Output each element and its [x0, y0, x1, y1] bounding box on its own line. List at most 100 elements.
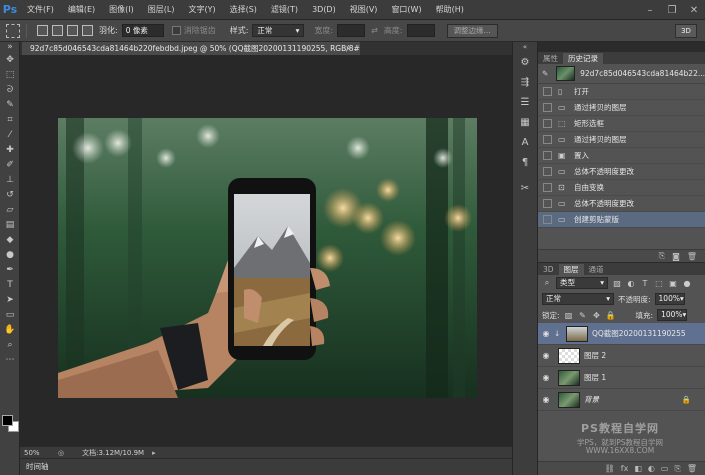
brush-tool-icon[interactable]: ✐ [0, 157, 20, 172]
timeline-tab[interactable]: 时间轴 [20, 458, 512, 475]
add-selection-icon[interactable] [52, 25, 63, 36]
adjust-icon[interactable]: ⚙ [513, 52, 537, 72]
layer-kind-select[interactable]: 类型 ▾ [556, 277, 608, 289]
new-selection-icon[interactable] [37, 25, 48, 36]
refine-edge-button[interactable]: 调整边缘... [446, 23, 498, 38]
foreground-color-swatch[interactable] [2, 415, 13, 426]
marquee-tool-icon[interactable] [6, 23, 20, 38]
shape-tool-icon[interactable]: ▭ [0, 307, 20, 322]
layer-name[interactable]: 图层 1 [584, 372, 606, 383]
menu-filter[interactable]: 滤镜(T) [264, 4, 305, 15]
trash-icon[interactable]: 🗑 [687, 252, 697, 261]
close-icon[interactable]: × [345, 42, 508, 55]
layer-name[interactable]: 图层 2 [584, 350, 606, 361]
workspace-button[interactable]: 3D [675, 24, 697, 38]
layer-row[interactable]: ◉ 背景 🔒 [538, 389, 705, 411]
tools-preset-icon[interactable]: ✂ [513, 178, 537, 198]
blend-mode-select[interactable]: 正常 ▾ [542, 293, 614, 305]
link-icon[interactable]: ⛓ [605, 464, 615, 473]
history-item[interactable]: ▯ 打开 [538, 84, 705, 100]
eyedropper-tool-icon[interactable]: ⁄ [0, 127, 20, 142]
folder-icon[interactable]: ▭ [661, 464, 669, 473]
style-select[interactable]: 正常 ▾ [252, 24, 305, 37]
quick-select-tool-icon[interactable]: ✎ [0, 97, 20, 112]
history-checkbox[interactable] [543, 199, 552, 208]
restore-icon[interactable]: ❐ [661, 0, 683, 20]
zoom-level[interactable]: 50% [24, 449, 54, 457]
eye-icon[interactable]: ◉ [538, 395, 554, 404]
lock-pixels-icon[interactable]: ▨ [564, 311, 574, 320]
eye-icon[interactable]: ◉ [538, 351, 554, 360]
history-item[interactable]: ⊡ 自由变换 [538, 180, 705, 196]
new-layer-icon[interactable]: ⎘ [674, 464, 680, 474]
camera-icon[interactable]: ◙ [672, 252, 680, 261]
lock-position-icon[interactable]: ✥ [592, 311, 602, 320]
layer-row[interactable]: ◉ ↓ QQ截图20200131190255 [538, 323, 705, 345]
width-input[interactable] [337, 24, 366, 37]
lasso-tool-icon[interactable]: ᘐ [0, 82, 20, 97]
status-arrow-icon[interactable]: ▸ [152, 449, 156, 457]
subtract-selection-icon[interactable] [67, 25, 78, 36]
eye-icon[interactable]: ◉ [538, 329, 554, 338]
menu-3d[interactable]: 3D(D) [305, 5, 343, 14]
pixel-filter-icon[interactable]: ▨ [612, 279, 622, 288]
path-select-tool-icon[interactable]: ➤ [0, 292, 20, 307]
close-icon[interactable]: ✕ [683, 0, 705, 20]
eraser-tool-icon[interactable]: ▱ [0, 202, 20, 217]
shape-filter-icon[interactable]: ⬚ [654, 279, 664, 288]
history-item[interactable]: ⬚ 矩形选框 [538, 116, 705, 132]
mask-icon[interactable]: ◧ [634, 464, 642, 473]
history-checkbox[interactable] [543, 167, 552, 176]
tab-layers[interactable]: 图层 [558, 264, 584, 275]
adjustment-icon[interactable]: ◐ [648, 464, 655, 473]
trash-icon[interactable]: 🗑 [687, 464, 697, 473]
document-canvas-image[interactable] [58, 118, 477, 398]
status-menu-icon[interactable]: ◎ [58, 449, 64, 457]
menu-window[interactable]: 窗口(W) [384, 4, 428, 15]
menu-layer[interactable]: 图层(L) [141, 4, 182, 15]
menu-type[interactable]: 文字(Y) [181, 4, 222, 15]
history-checkbox[interactable] [543, 87, 552, 96]
smart-object-filter-icon[interactable]: ▣ [668, 279, 678, 288]
menu-view[interactable]: 视图(V) [343, 4, 385, 15]
document-tab[interactable]: 92d7c85d046543cda81464b220febdbd.jpeg @ … [22, 42, 360, 55]
fx-icon[interactable]: fx [621, 464, 629, 473]
menu-file[interactable]: 文件(F) [20, 4, 61, 15]
history-checkbox[interactable] [543, 215, 552, 224]
menu-help[interactable]: 帮助(H) [429, 4, 471, 15]
collapse-icon[interactable]: « [513, 42, 537, 52]
type-tool-icon[interactable]: T [0, 277, 20, 292]
character-icon[interactable]: A [513, 132, 537, 152]
align-icon[interactable]: ☰ [513, 92, 537, 112]
move-tool-icon[interactable]: ✥ [0, 52, 20, 67]
opacity-input[interactable]: 100% ▾ [654, 293, 685, 305]
antialias-checkbox[interactable] [171, 26, 181, 35]
paragraph-icon[interactable]: ¶ [513, 152, 537, 172]
clone-stamp-tool-icon[interactable]: ⊥ [0, 172, 20, 187]
zoom-tool-icon[interactable]: ⌕ [0, 337, 20, 352]
canvas-area[interactable] [20, 55, 512, 446]
gradient-tool-icon[interactable]: ▤ [0, 217, 20, 232]
paragraph-style-icon[interactable]: ▦ [513, 112, 537, 132]
filter-toggle-icon[interactable]: ● [682, 279, 692, 288]
layer-name[interactable]: 背景 [584, 394, 599, 405]
history-icon[interactable]: ⇶ [513, 72, 537, 92]
history-item[interactable]: ▣ 置入 [538, 148, 705, 164]
menu-image[interactable]: 图像(I) [102, 4, 141, 15]
minimize-icon[interactable]: – [639, 0, 661, 20]
history-item-selected[interactable]: ▭ 创建剪贴蒙版 [538, 212, 705, 228]
fill-input[interactable]: 100% ▾ [657, 309, 688, 321]
new-document-icon[interactable]: ⎘ [659, 251, 665, 261]
layer-row[interactable]: ◉ 图层 2 [538, 345, 705, 367]
swap-icon[interactable]: ⇄ [371, 26, 378, 35]
history-checkbox[interactable] [543, 119, 552, 128]
history-checkbox[interactable] [543, 183, 552, 192]
hand-tool-icon[interactable]: ✋ [0, 322, 20, 337]
menu-select[interactable]: 选择(S) [223, 4, 264, 15]
history-item[interactable]: ▭ 总体不透明度更改 [538, 196, 705, 212]
type-filter-icon[interactable]: T [640, 279, 650, 288]
tab-properties[interactable]: 属性 [538, 53, 563, 64]
color-swatches[interactable] [2, 415, 20, 435]
history-checkbox[interactable] [543, 103, 552, 112]
layer-name[interactable]: QQ截图20200131190255 [592, 328, 686, 339]
